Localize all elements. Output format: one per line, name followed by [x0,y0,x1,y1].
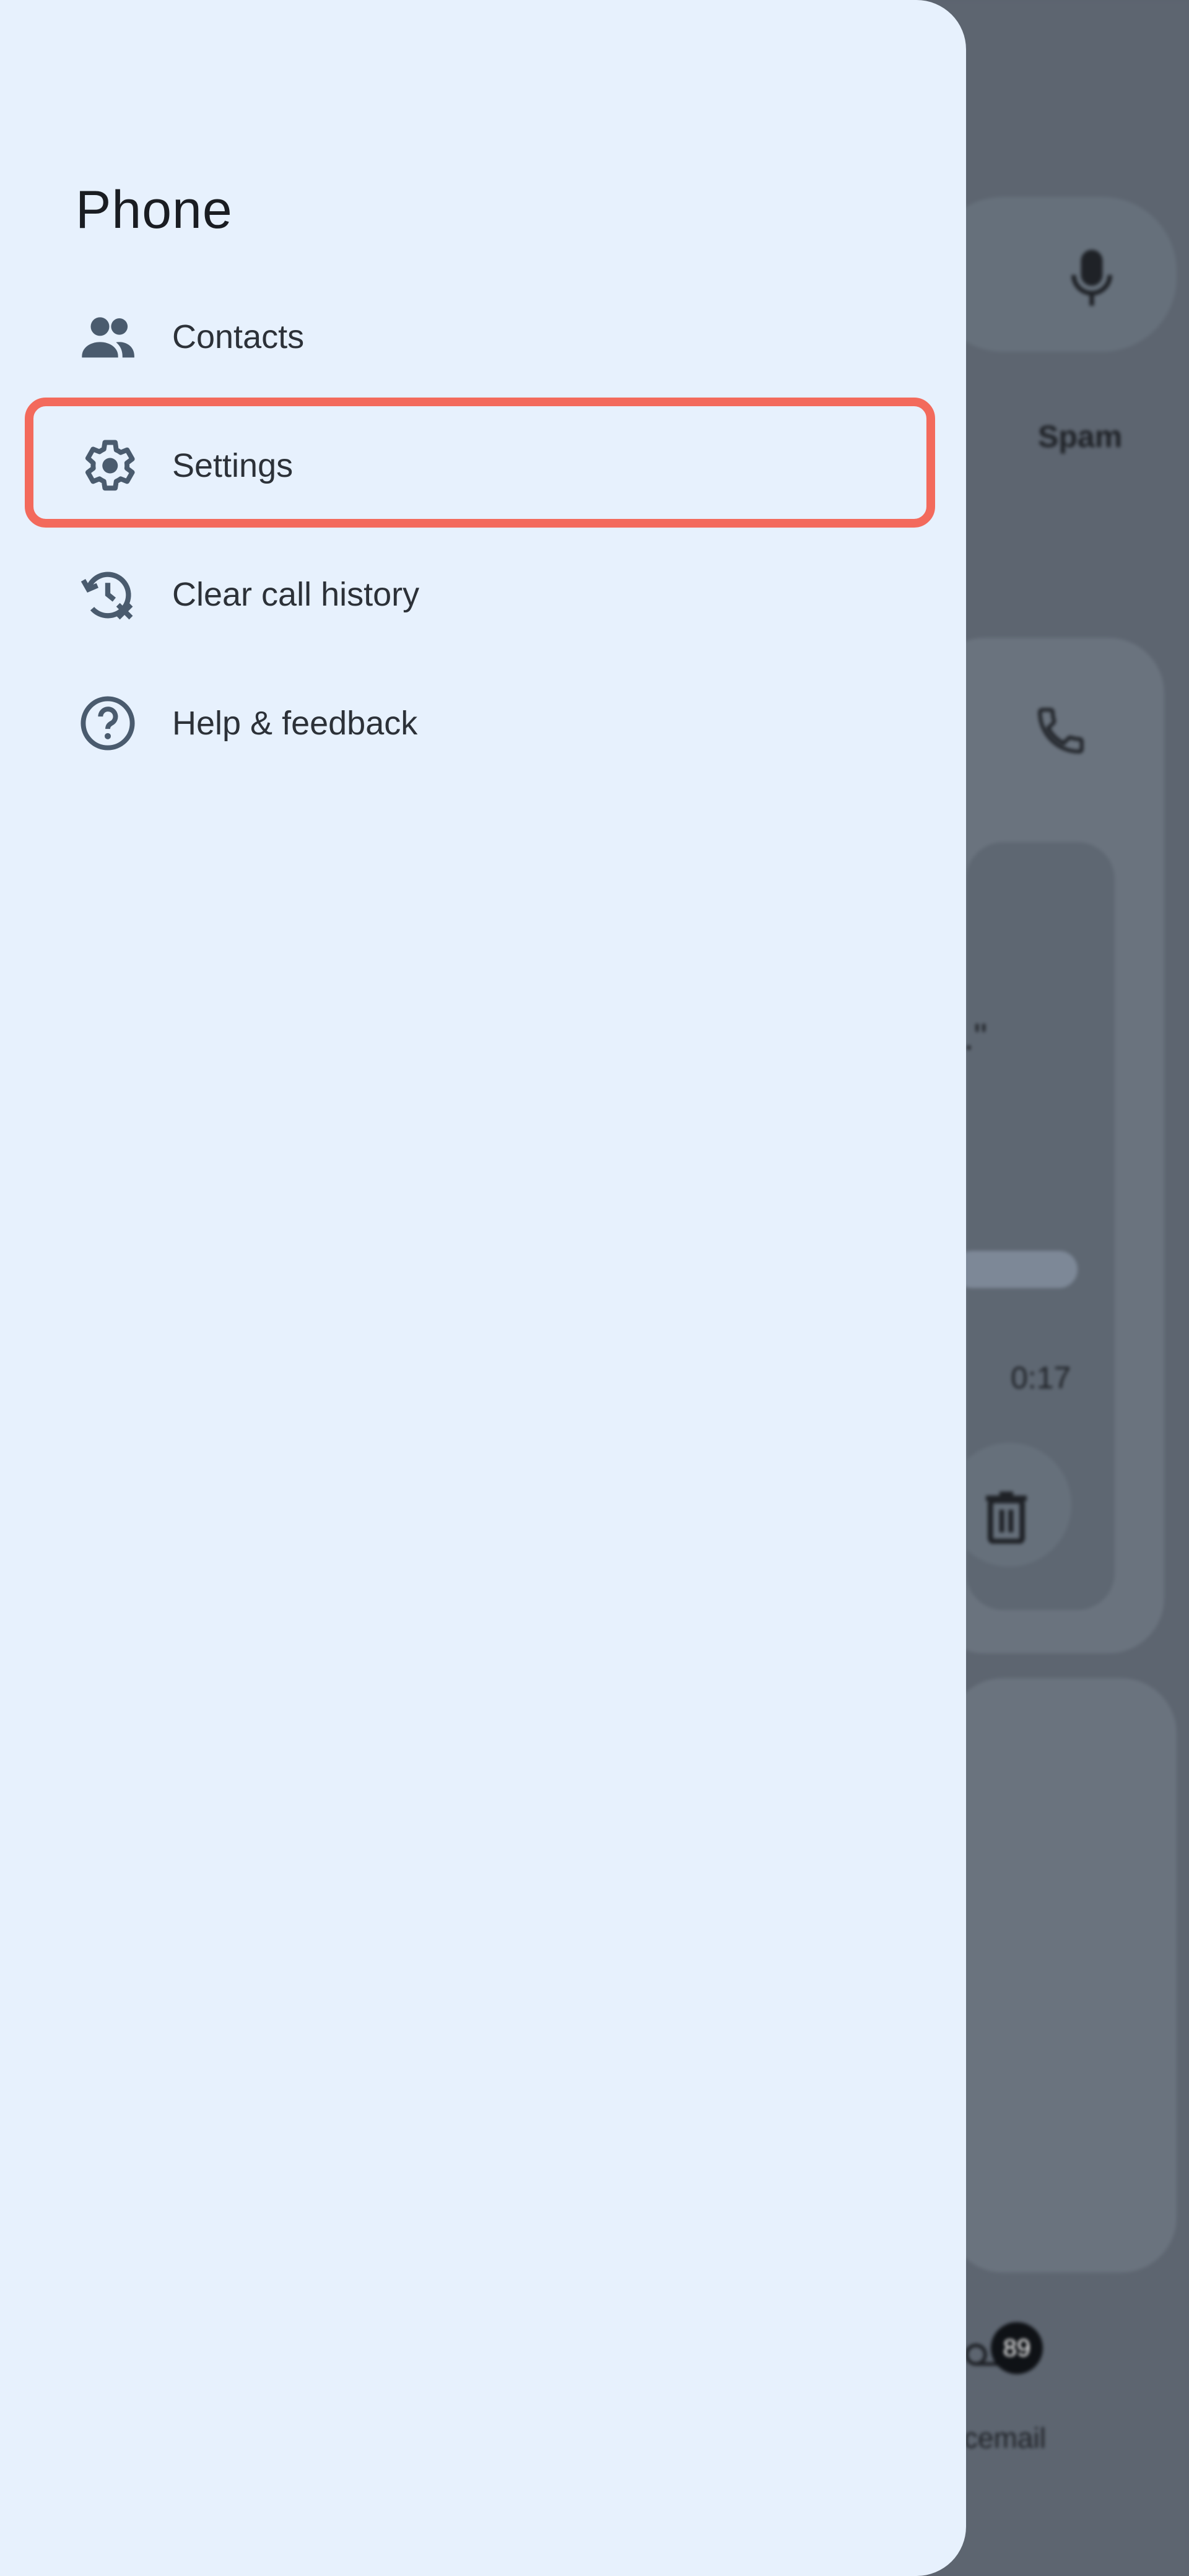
voicemail-count-badge: 89 [991,2322,1043,2374]
drawer-title: Phone [76,180,233,240]
call-card-2 [947,1678,1177,2273]
phone-icon [1033,703,1089,759]
menu-item-label: Contacts [172,318,305,355]
tab-spam: Spam [1038,419,1123,454]
menu-item-clear-call-history[interactable]: Clear call history [25,533,935,656]
voicemail-tab-label: cemail [964,2422,1046,2454]
clear-history-icon [77,564,139,625]
highlight-outline [25,398,935,528]
microphone-icon [1070,248,1113,310]
people-icon [77,306,139,368]
trash-icon [983,1489,1029,1544]
transcript-fragment: ." [964,1016,987,1058]
menu-item-help-feedback[interactable]: Help & feedback [25,661,935,785]
search-bar [929,197,1177,352]
help-icon [77,692,139,754]
menu-item-label: Help & feedback [172,705,418,742]
menu-item-contacts[interactable]: Contacts [25,275,935,399]
playback-progress [954,1251,1078,1288]
navigation-drawer: Phone Contacts Settings Clear call histo… [0,0,966,2576]
menu-item-label: Clear call history [172,576,420,613]
duration-label: 0:17 [1011,1360,1071,1395]
